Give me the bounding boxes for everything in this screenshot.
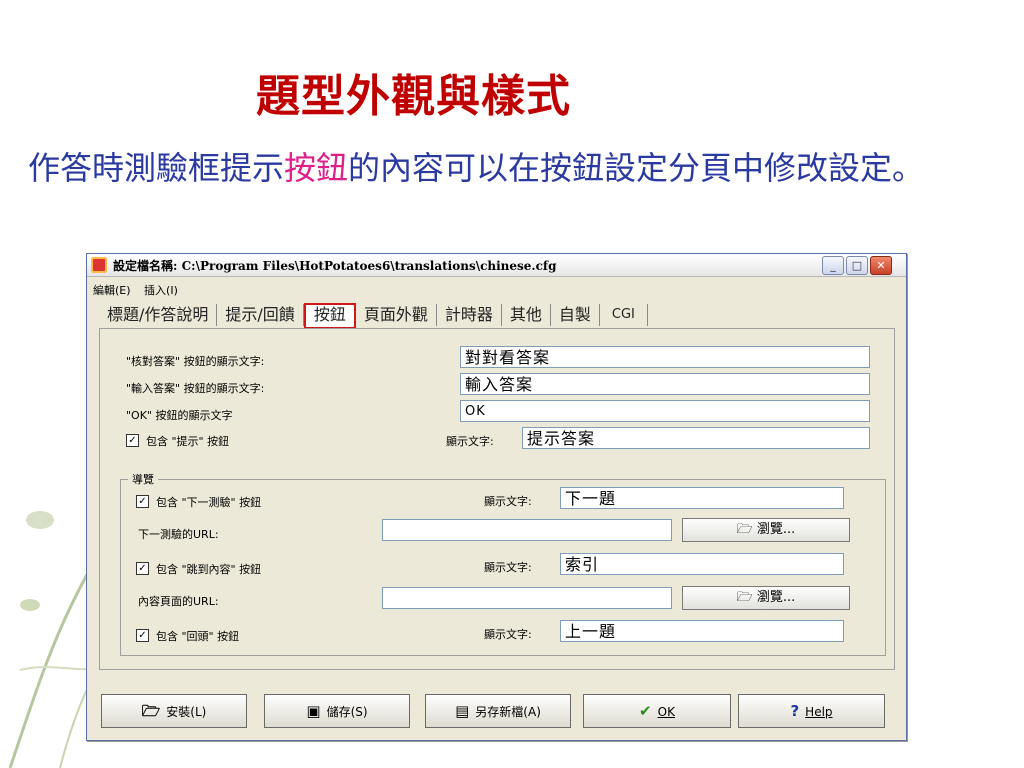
slide-title: 題型外觀與樣式 bbox=[256, 71, 571, 122]
menu-bar: 編輯(E) 插入(I) bbox=[93, 282, 188, 298]
slide-text-highlight: 按鈕 bbox=[284, 149, 349, 187]
folder-icon: 🗁 bbox=[141, 702, 161, 720]
back-caption-field[interactable]: 上一題 bbox=[560, 620, 844, 642]
tab-prompt-feedback[interactable]: 提示/回饋 bbox=[217, 304, 304, 326]
tab-custom[interactable]: 自製 bbox=[551, 304, 600, 326]
tab-strip: 標題/作答說明 提示/回饋 按鈕 頁面外觀 計時器 其他 自製 CGI bbox=[99, 303, 648, 329]
hint-caption-label: 顯示文字: bbox=[446, 435, 494, 448]
check-button-text-field[interactable]: 對對看答案 bbox=[460, 346, 870, 368]
tab-appearance[interactable]: 頁面外觀 bbox=[356, 304, 437, 326]
floppy-icon: ▣ bbox=[306, 702, 321, 720]
minimize-button[interactable]: _ bbox=[822, 256, 844, 275]
ok-button-text-field[interactable]: OK bbox=[460, 400, 870, 422]
browse-contents-button[interactable]: 🗁 瀏覽... bbox=[682, 586, 850, 610]
browse-label: 瀏覽... bbox=[756, 522, 796, 537]
save-as-label: 另存新檔(A) bbox=[475, 705, 541, 719]
contents-checkbox-label: 包含 "跳到內容" 按鈕 bbox=[156, 563, 262, 576]
help-button[interactable]: ? Help bbox=[738, 694, 885, 728]
contents-caption-label: 顯示文字: bbox=[484, 561, 532, 574]
load-label: 安裝(L) bbox=[166, 705, 207, 719]
ok-button[interactable]: ✔ OK bbox=[583, 694, 731, 728]
next-url-field[interactable] bbox=[382, 519, 672, 541]
browse-next-button[interactable]: 🗁 瀏覽... bbox=[682, 518, 850, 542]
ok-label: OK bbox=[657, 705, 675, 719]
contents-url-label: 內容頁面的URL: bbox=[138, 595, 219, 608]
next-caption-label: 顯示文字: bbox=[484, 495, 532, 508]
tab-other[interactable]: 其他 bbox=[502, 304, 551, 326]
window-title: 設定檔名稱: C:\Program Files\HotPotatoes6\tra… bbox=[113, 259, 557, 273]
next-checkbox[interactable]: ✓ bbox=[136, 495, 149, 508]
save-label: 儲存(S) bbox=[326, 705, 368, 719]
tab-buttons[interactable]: 按鈕 bbox=[303, 303, 356, 329]
menu-edit[interactable]: 編輯(E) bbox=[93, 284, 131, 297]
save-button[interactable]: ▣ 儲存(S) bbox=[264, 694, 410, 728]
browse-label: 瀏覽... bbox=[756, 590, 796, 605]
contents-url-field[interactable] bbox=[382, 587, 672, 609]
navigation-legend: 導覽 bbox=[128, 471, 158, 487]
slide-text-part: 作答時測驗框提示 bbox=[28, 149, 285, 187]
tab-timer[interactable]: 計時器 bbox=[437, 304, 502, 326]
enter-button-text-field[interactable]: 輸入答案 bbox=[460, 373, 870, 395]
ok-button-label: "OK" 按鈕的顯示文字 bbox=[126, 409, 233, 422]
contents-caption-field[interactable]: 索引 bbox=[560, 553, 844, 575]
back-caption-label: 顯示文字: bbox=[484, 628, 532, 641]
next-caption-field[interactable]: 下一題 bbox=[560, 487, 844, 509]
hint-checkbox[interactable]: ✓ bbox=[126, 434, 139, 447]
back-checkbox[interactable]: ✓ bbox=[136, 629, 149, 642]
check-button-label: "核對答案" 按鈕的顯示文字: bbox=[126, 355, 265, 368]
contents-checkbox[interactable]: ✓ bbox=[136, 562, 149, 575]
slide-body-text: 作答時測驗框提示按鈕的內容可以在按鈕設定分頁中修改設定。 bbox=[28, 140, 988, 196]
question-icon: ? bbox=[790, 702, 800, 720]
folder-icon: 🗁 bbox=[736, 590, 757, 605]
buttons-panel: "核對答案" 按鈕的顯示文字: 對對看答案 "輸入答案" 按鈕的顯示文字: 輸入… bbox=[99, 328, 895, 670]
config-window: 設定檔名稱: C:\Program Files\HotPotatoes6\tra… bbox=[86, 253, 907, 741]
save-as-icon: ▤ bbox=[455, 702, 470, 720]
menu-insert[interactable]: 插入(I) bbox=[144, 284, 178, 297]
load-button[interactable]: 🗁 安裝(L) bbox=[101, 694, 247, 728]
folder-icon: 🗁 bbox=[736, 522, 757, 537]
maximize-button[interactable]: □ bbox=[846, 256, 868, 275]
hint-checkbox-label: 包含 "提示" 按鈕 bbox=[146, 435, 230, 448]
next-url-label: 下一測驗的URL: bbox=[138, 528, 219, 541]
hint-caption-field[interactable]: 提示答案 bbox=[522, 427, 870, 449]
tab-title-instructions[interactable]: 標題/作答說明 bbox=[99, 304, 218, 326]
checkmark-icon: ✔ bbox=[639, 702, 652, 720]
enter-button-label: "輸入答案" 按鈕的顯示文字: bbox=[126, 382, 265, 395]
tab-cgi[interactable]: CGI bbox=[600, 304, 648, 326]
app-icon bbox=[91, 257, 107, 273]
title-bar[interactable]: 設定檔名稱: C:\Program Files\HotPotatoes6\tra… bbox=[87, 254, 906, 277]
help-label: Help bbox=[805, 705, 833, 719]
save-as-button[interactable]: ▤ 另存新檔(A) bbox=[425, 694, 571, 728]
next-checkbox-label: 包含 "下一測驗" 按鈕 bbox=[156, 496, 262, 509]
slide-text-part: 的內容可以在按鈕設定分頁中修改設定。 bbox=[348, 149, 925, 187]
back-checkbox-label: 包含 "回頭" 按鈕 bbox=[156, 630, 240, 643]
close-button[interactable]: ✕ bbox=[870, 256, 892, 275]
